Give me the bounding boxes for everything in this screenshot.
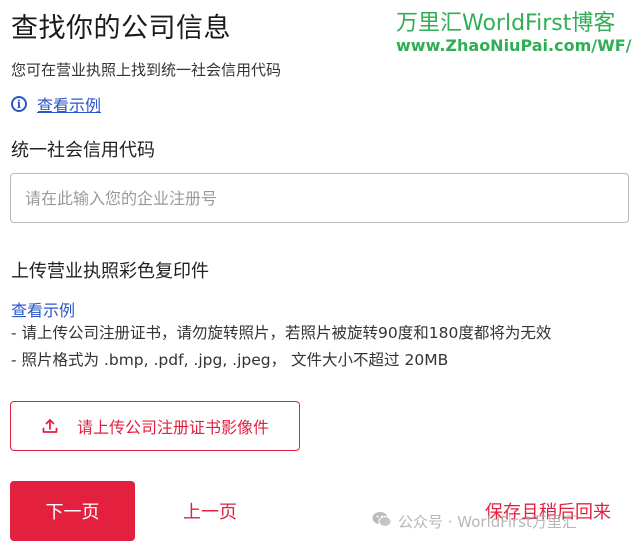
info-circle-icon: i [11, 96, 27, 112]
watermark-title: 万里汇WorldFirst博客 [396, 11, 616, 36]
previous-page-button[interactable]: 上一页 [183, 498, 237, 524]
credit-code-input[interactable] [10, 173, 629, 223]
upload-icon [41, 417, 59, 435]
next-page-label: 下一页 [45, 502, 100, 523]
wechat-watermark-text: 公众号 · WorldFirst万里汇 [398, 513, 577, 531]
wechat-icon [372, 511, 392, 532]
next-page-button[interactable]: 下一页 [10, 481, 135, 541]
example-link-row: i 查看示例 [11, 92, 101, 116]
upload-section-title: 上传营业执照彩色复印件 [11, 261, 209, 282]
upload-notes: - 请上传公司注册证书，请勿旋转照片，若照片被旋转90度和180度都将为无效 -… [11, 320, 551, 374]
page-title: 查找你的公司信息 [11, 13, 231, 44]
upload-note-rotation: - 请上传公司注册证书，请勿旋转照片，若照片被旋转90度和180度都将为无效 [11, 324, 552, 342]
credit-code-label: 统一社会信用代码 [11, 140, 155, 161]
upload-view-example-link[interactable]: 查看示例 [11, 297, 75, 321]
upload-note-format: - 照片格式为 .bmp, .pdf, .jpg, .jpeg， 文件大小不超过… [11, 351, 449, 369]
page-subtitle: 您可在营业执照上找到统一社会信用代码 [11, 61, 282, 79]
view-example-link[interactable]: 查看示例 [37, 92, 101, 116]
upload-button-label: 请上传公司注册证书影像件 [76, 418, 269, 437]
wechat-watermark: 公众号 · WorldFirst万里汇 [372, 511, 577, 532]
upload-certificate-button[interactable]: 请上传公司注册证书影像件 [10, 401, 300, 451]
watermark-url: www.ZhaoNiuPai.com/WF/ [396, 36, 632, 55]
